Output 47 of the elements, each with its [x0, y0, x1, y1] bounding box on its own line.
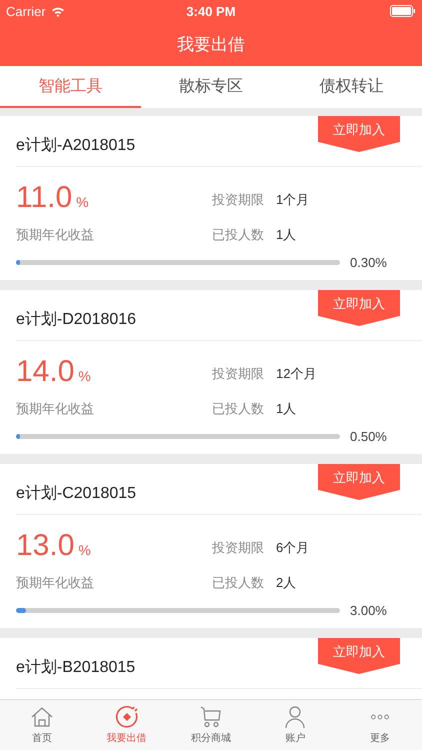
battery-icon: [390, 5, 416, 17]
tab-bar-item[interactable]: 更多: [338, 700, 422, 750]
rate-label: 预期年化收益: [16, 400, 95, 418]
tab-bar-item[interactable]: 积分商城: [168, 700, 254, 750]
more-icon: [370, 714, 389, 720]
join-button[interactable]: 立即加入: [318, 116, 400, 152]
clock-time: 3:40 PM: [186, 4, 236, 18]
tab-bar-item[interactable]: 首页: [0, 700, 84, 750]
product-name: e计划-A2018015: [16, 136, 136, 156]
term-value: 12个月: [276, 365, 318, 383]
rate-value: 11.0%: [16, 181, 90, 216]
term-value: 1个月: [276, 191, 310, 209]
investors-label: 已投人数: [212, 226, 265, 244]
tab-bar-item[interactable]: 我要出借: [84, 700, 169, 750]
term-label: 投资期限: [212, 365, 265, 383]
join-button[interactable]: 立即加入: [318, 290, 400, 326]
carrier-name: Carrier: [6, 4, 46, 18]
progress-percent: 3.00%: [350, 603, 387, 618]
coin-icon: [114, 705, 139, 729]
rate-label: 预期年化收益: [16, 574, 95, 592]
tab[interactable]: 散标专区: [140, 66, 282, 108]
product-name: e计划-D2018016: [16, 310, 136, 330]
join-button[interactable]: 立即加入: [318, 464, 400, 500]
rate-value: 14.0%: [16, 355, 92, 390]
cart-icon: [199, 705, 224, 729]
tab-bar-item[interactable]: 账户: [253, 700, 338, 750]
product-name: e计划-C2018015: [16, 484, 136, 504]
tab[interactable]: 债权转让: [281, 66, 422, 108]
investors-label: 已投人数: [212, 400, 265, 418]
investors-label: 已投人数: [212, 574, 265, 592]
person-icon: [283, 705, 308, 729]
wifi-icon: [50, 6, 65, 16]
investors-value: 1人: [276, 400, 298, 418]
join-button[interactable]: 立即加入: [318, 638, 400, 674]
progress-percent: 0.30%: [350, 255, 387, 270]
term-value: 6个月: [276, 539, 310, 557]
product-name: e计划-B2018015: [16, 658, 136, 678]
progress-percent: 0.50%: [350, 429, 387, 444]
investors-value: 2人: [276, 574, 298, 592]
page-title: 我要出借: [177, 34, 245, 56]
tab[interactable]: 智能工具: [0, 66, 141, 108]
rate-label: 预期年化收益: [16, 226, 95, 244]
home-icon: [30, 705, 54, 729]
investors-value: 1人: [276, 226, 298, 244]
rate-value: 13.0%: [16, 529, 92, 564]
term-label: 投资期限: [212, 191, 265, 209]
term-label: 投资期限: [212, 539, 265, 557]
